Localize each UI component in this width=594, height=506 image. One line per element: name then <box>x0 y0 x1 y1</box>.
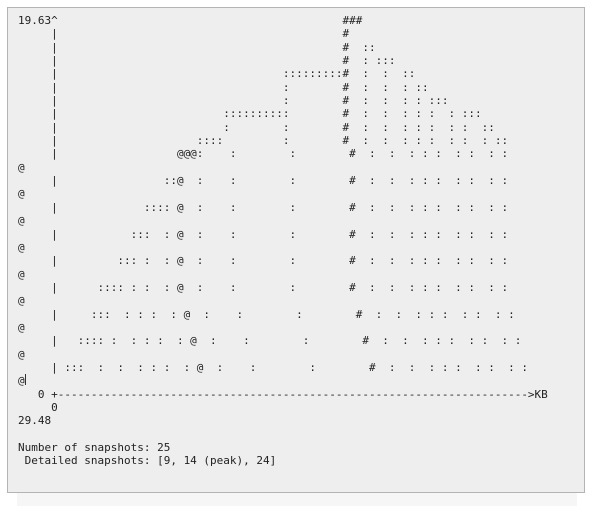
graph-line: | :::: : : : : : @ : : : # : : : : : : :… <box>18 334 522 348</box>
graph-line: | :::: @ : : : # : : : : : : : : : <box>18 200 509 214</box>
graph-line: | :::: : : : @ : : : # : : : : : : : : : <box>18 280 509 294</box>
graph-line: @ <box>18 160 25 174</box>
graph-line: Detailed snapshots: [9, 14 (peak), 24] <box>18 454 277 468</box>
graph-line: | : : # : : : : : : : :: <box>18 120 495 134</box>
graph-line: 19.63^ ### <box>18 14 363 27</box>
graph-line: @ <box>18 347 25 361</box>
graph-line: | ::: : : @ : : : # : : : : : : : : : <box>18 254 509 268</box>
graph-line: | : # : : : : ::: <box>18 94 449 108</box>
graph-line: @ <box>18 214 25 228</box>
graph-line: | :::: : # : : : : : : : : :: <box>18 134 509 148</box>
text-cursor <box>24 374 26 386</box>
graph-line: | ::@ : : : # : : : : : : : : : <box>18 174 509 188</box>
massif-memory-graph: 19.63^ ### | # | # :: | #:::: |::::::… <box>18 14 548 468</box>
graph-line: | # : ::: <box>18 54 396 68</box>
graph-line: | # :: <box>18 40 376 54</box>
graph-line: 0 +-------------------------------------… <box>18 387 548 401</box>
graph-line: | ::: : : : : : : @ : : : # : : : : : : … <box>18 360 528 374</box>
graph-line: | :::::::::# : : :: <box>18 67 416 81</box>
graph-line <box>18 428 548 441</box>
graph-line: @ <box>18 187 25 201</box>
graph-line: | ::: : @ : : : # : : : : : : : : : <box>18 227 509 241</box>
graph-line: @ <box>18 320 25 334</box>
graph-line: 29.48 <box>18 414 52 428</box>
graph-line: | @@@: : : # : : : : : : : : : <box>18 147 509 161</box>
graph-line: | : # : : : :: <box>18 80 429 94</box>
graph-line: Number of snapshots: 25 <box>18 441 171 454</box>
graph-line: 0 <box>18 400 58 414</box>
text-output-panel: 19.63^ ### | # | # :: | #:::: |::::::… <box>7 7 585 493</box>
graph-line: @ <box>18 267 25 281</box>
graph-line: | # <box>18 27 350 41</box>
graph-line: | :::::::::: # : : : : : : ::: <box>18 107 482 121</box>
graph-line: @ <box>18 374 26 388</box>
graph-line: | ::: : : : : @ : : : # : : : : : : : : … <box>18 307 515 321</box>
panel-footer-strip <box>17 493 577 506</box>
graph-line: @ <box>18 240 25 254</box>
graph-line: @ <box>18 294 25 308</box>
